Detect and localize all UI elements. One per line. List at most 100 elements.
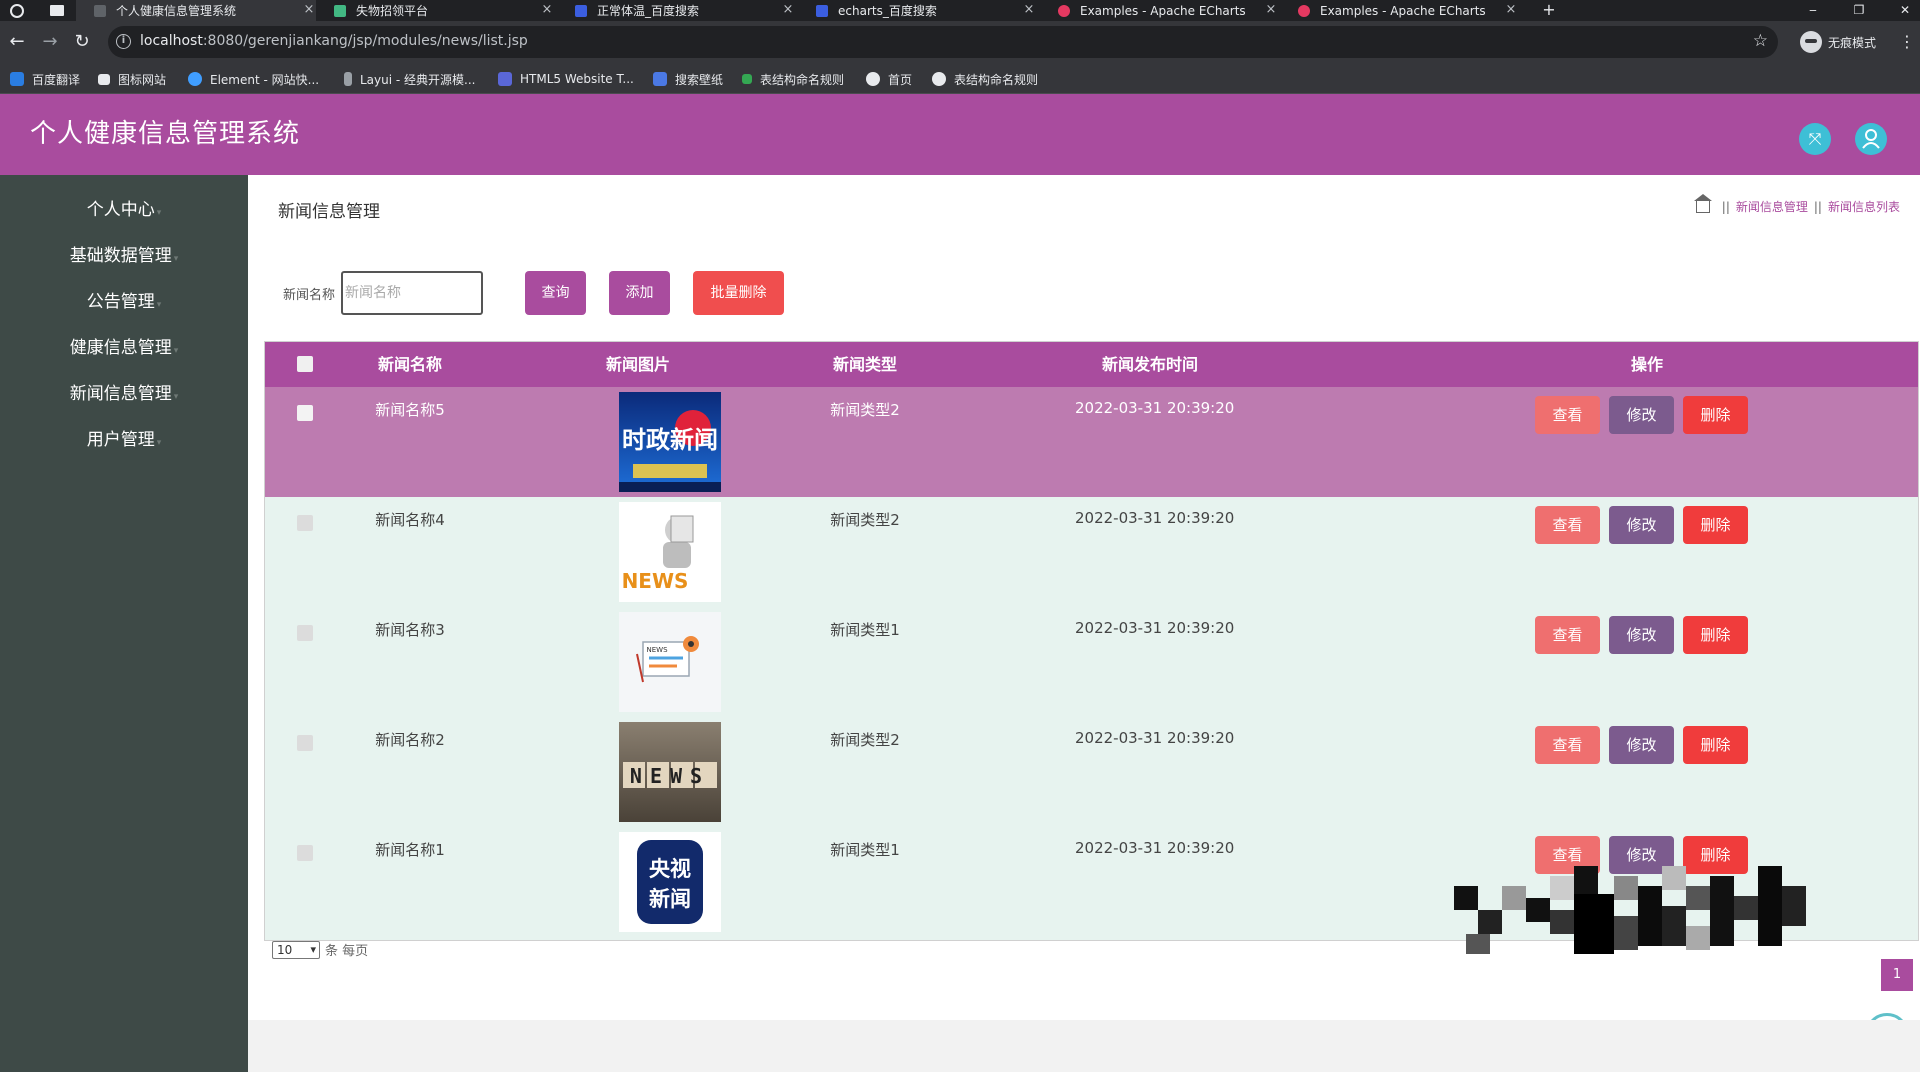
close-tab-icon[interactable]: × [1264, 0, 1278, 21]
table-row[interactable]: 新闻名称4 NEWS 新闻类型2 2022-03-31 20:39:20 查看 … [265, 497, 1918, 607]
globe-icon [866, 72, 880, 86]
tab-search-icon[interactable] [50, 0, 70, 21]
view-button[interactable]: 查看 [1535, 616, 1600, 654]
close-tab-icon[interactable]: × [781, 0, 795, 21]
bookmark-item[interactable]: 搜索壁纸 [653, 64, 723, 94]
close-tab-icon[interactable]: × [302, 0, 316, 21]
close-tab-icon[interactable]: × [540, 0, 554, 21]
url-field[interactable]: i localhost:8080/gerenjiankang/jsp/modul… [108, 26, 1778, 58]
news-name: 新闻名称5 [375, 401, 445, 419]
bookmark-item[interactable]: 首页 [866, 64, 912, 94]
incognito-icon [1800, 31, 1822, 53]
news-type: 新闻类型2 [830, 511, 900, 529]
sidebar-item-notice[interactable]: 公告管理 ▾ [0, 279, 248, 325]
tab-lost-found[interactable]: 失物招领平台 × [334, 0, 554, 21]
select-all-checkbox[interactable] [297, 356, 313, 372]
news-publish-time: 2022-03-31 20:39:20 [1075, 729, 1235, 747]
breadcrumb: || 新闻信息管理 || 新闻信息列表 [1693, 193, 1900, 215]
close-tab-icon[interactable]: × [1022, 0, 1036, 21]
row-checkbox[interactable] [297, 845, 313, 861]
news-thumbnail[interactable]: 时政新闻 [619, 392, 721, 492]
back-icon[interactable]: ← [4, 29, 30, 55]
edit-button[interactable]: 修改 [1609, 616, 1674, 654]
column-header: 新闻图片 [605, 355, 670, 374]
fullscreen-icon[interactable]: ⤧ [1799, 123, 1831, 155]
tab-label: echarts_百度搜索 [838, 4, 937, 18]
delete-button[interactable]: 删除 [1683, 726, 1748, 764]
sidebar-item-news[interactable]: 新闻信息管理 ▾ [0, 371, 248, 417]
chevron-down-icon: ▾ [156, 438, 162, 448]
add-button[interactable]: 添加 [609, 271, 671, 315]
sidebar-item-base-data[interactable]: 基础数据管理 ▾ [0, 233, 248, 279]
bookmark-star-icon[interactable]: ☆ [1753, 31, 1768, 51]
view-button[interactable]: 查看 [1535, 396, 1600, 434]
delete-button[interactable]: 删除 [1683, 396, 1748, 434]
reload-icon[interactable]: ↻ [69, 29, 95, 55]
view-button[interactable]: 查看 [1535, 506, 1600, 544]
tab-echarts-examples-1[interactable]: Examples - Apache ECharts × [1058, 0, 1278, 21]
news-thumbnail[interactable]: NEWS [619, 722, 721, 822]
tab-health-system[interactable]: 个人健康信息管理系统 × [76, 0, 316, 21]
tab-temperature-search[interactable]: 正常体温_百度搜索 × [575, 0, 795, 21]
bookmark-item[interactable]: HTML5 Website T... [498, 64, 634, 94]
sidebar: 个人中心 ▾ 基础数据管理 ▾ 公告管理 ▾ 健康信息管理 ▾ 新闻信息管理 ▾ 用户管理… [0, 175, 248, 1072]
browser-menu-kebab-icon[interactable]: ⋮ [1899, 29, 1915, 55]
news-thumbnail[interactable]: NEWS [619, 612, 721, 712]
svg-text:NEWS: NEWS [622, 569, 689, 593]
news-name: 新闻名称3 [375, 621, 445, 639]
browser-menu-icon[interactable] [10, 0, 30, 21]
edit-button[interactable]: 修改 [1609, 396, 1674, 434]
page-size-select[interactable]: 10 [272, 940, 320, 959]
table-row[interactable]: 新闻名称5 时政新闻 新闻类型2 2022-03-31 20:39:20 查看 … [265, 387, 1918, 497]
forward-icon[interactable]: → [37, 29, 63, 55]
browser-tab-strip: 个人健康信息管理系统 × 失物招领平台 × 正常体温_百度搜索 × echart… [0, 0, 1920, 21]
edit-button[interactable]: 修改 [1609, 726, 1674, 764]
sidebar-item-health-info[interactable]: 健康信息管理 ▾ [0, 325, 248, 371]
close-tab-icon[interactable]: × [1504, 0, 1518, 21]
news-type: 新闻类型2 [830, 401, 900, 419]
row-checkbox[interactable] [297, 735, 313, 751]
home-icon[interactable] [1693, 193, 1712, 213]
flag-icon [98, 73, 110, 85]
tab-echarts-search[interactable]: echarts_百度搜索 × [816, 0, 1036, 21]
close-window-icon[interactable]: ✕ [1894, 0, 1916, 21]
incognito-indicator[interactable]: 无痕模式 [1800, 29, 1876, 55]
row-checkbox[interactable] [297, 405, 313, 421]
user-icon[interactable] [1855, 123, 1887, 155]
delete-button[interactable]: 删除 [1683, 616, 1748, 654]
news-thumbnail[interactable]: NEWS [619, 502, 721, 602]
table-row[interactable]: 新闻名称3 NEWS 新闻类型1 2022-03-31 20:39:20 查看 … [265, 607, 1918, 717]
restore-icon[interactable]: ❐ [1848, 0, 1870, 21]
bookmark-item[interactable]: 百度翻译 [10, 64, 80, 94]
news-name: 新闻名称2 [375, 731, 445, 749]
bookmark-item[interactable]: Element - 网站快... [188, 64, 319, 94]
html5-icon [498, 72, 512, 86]
delete-button[interactable]: 删除 [1683, 506, 1748, 544]
site-info-icon[interactable]: i [116, 34, 131, 49]
page-number-button[interactable]: 1 [1881, 959, 1913, 991]
news-thumbnail[interactable]: 央视 新闻 [619, 832, 721, 932]
view-button[interactable]: 查看 [1535, 726, 1600, 764]
bookmark-item[interactable]: 表结构命名规则 [742, 64, 844, 94]
sheet-icon [742, 74, 752, 84]
edit-button[interactable]: 修改 [1609, 506, 1674, 544]
search-input[interactable] [341, 271, 484, 315]
bookmark-item[interactable]: Layui - 经典开源模... [344, 64, 475, 94]
table-row[interactable]: 新闻名称2 NEWS 新闻类型2 2022-03-31 20:39:20 查看 … [265, 717, 1918, 827]
sidebar-item-users[interactable]: 用户管理 ▾ [0, 417, 248, 463]
breadcrumb-item[interactable]: 新闻信息管理 [1736, 198, 1808, 215]
bookmark-item[interactable]: 表结构命名规则 [932, 64, 1038, 94]
tab-label: Examples - Apache ECharts [1320, 3, 1486, 18]
sidebar-item-personal-center[interactable]: 个人中心 ▾ [0, 187, 248, 233]
new-tab-button[interactable]: + [1538, 0, 1560, 21]
globe-icon [932, 72, 946, 86]
minimize-icon[interactable]: ‒ [1802, 0, 1824, 21]
bookmark-item[interactable]: 图标网站 [98, 64, 166, 94]
row-checkbox[interactable] [297, 625, 313, 641]
batch-delete-button[interactable]: 批量删除 [693, 271, 785, 315]
query-button[interactable]: 查询 [525, 271, 587, 315]
row-checkbox[interactable] [297, 515, 313, 531]
app-header: 个人健康信息管理系统 ⤧ [0, 94, 1920, 175]
redaction-mosaic [1454, 866, 1806, 962]
tab-echarts-examples-2[interactable]: Examples - Apache ECharts × [1298, 0, 1518, 21]
